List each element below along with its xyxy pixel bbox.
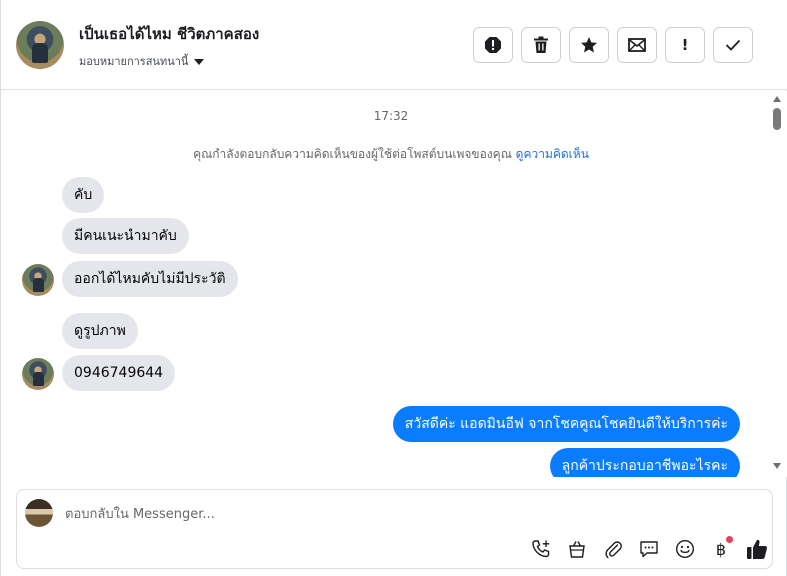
shop-button[interactable]: [559, 537, 595, 561]
incoming-message[interactable]: มีคนเนะนำมาคับ: [62, 218, 189, 254]
incoming-message[interactable]: 0946749644: [62, 355, 176, 391]
conversation-header: เป็นเธอได้ไหม ชีวิตภาคสอง มอบหมายการสนทน…: [1, 0, 787, 90]
view-comment-link[interactable]: ดูความคิดเห็น: [516, 147, 589, 161]
payment-request-button[interactable]: ฿: [703, 536, 739, 561]
shop-bag-icon: [569, 541, 585, 558]
trash-icon: [534, 36, 548, 53]
emoji-icon: [675, 539, 695, 559]
attach-icon: [605, 541, 622, 559]
caret-down-icon: [194, 58, 205, 65]
notification-dot: [726, 536, 733, 543]
star-button[interactable]: [569, 27, 609, 63]
message-thread[interactable]: 17:32 คุณกำลังตอบกลับความคิดเห็นของผู้ใช…: [1, 91, 787, 477]
scroll-up-arrow-icon[interactable]: [773, 96, 781, 102]
contact-name[interactable]: เป็นเธอได้ไหม ชีวิตภาคสอง: [79, 22, 259, 46]
exclamation-icon: !: [681, 36, 689, 54]
reply-composer: ฿: [16, 489, 773, 569]
add-call-button[interactable]: [523, 537, 559, 561]
reply-input[interactable]: [65, 502, 665, 526]
mark-unread-button[interactable]: [617, 27, 657, 63]
scroll-down-arrow-icon[interactable]: [773, 463, 781, 469]
incoming-message[interactable]: ดูรูปภาพ: [62, 313, 138, 349]
delete-button[interactable]: [521, 27, 561, 63]
call-add-icon: [532, 540, 550, 558]
page-avatar: [25, 499, 53, 527]
mail-icon: [628, 38, 646, 52]
scroll-thumb[interactable]: [773, 108, 781, 130]
saved-reply-icon: [640, 541, 658, 558]
outgoing-message[interactable]: ลูกค้าประกอบอาชีพอะไรคะ: [549, 448, 740, 477]
incoming-message[interactable]: คับ: [62, 177, 105, 213]
assign-conversation-dropdown[interactable]: มอบหมายการสนทนานี้: [79, 52, 205, 70]
thread-scrollbar[interactable]: [770, 91, 784, 477]
emoji-button[interactable]: [667, 537, 703, 561]
check-icon: [725, 39, 741, 51]
sender-avatar[interactable]: [22, 358, 54, 390]
message-timestamp: 17:32: [373, 109, 409, 123]
attach-file-button[interactable]: [595, 537, 631, 561]
thumbs-up-icon: [747, 539, 767, 559]
mark-done-button[interactable]: [713, 27, 753, 63]
send-like-button[interactable]: [739, 537, 775, 561]
incoming-message[interactable]: ออกได้ไหมคับไม่มีประวัติ: [62, 261, 238, 297]
header-actions: !: [473, 27, 753, 63]
star-icon: [581, 37, 597, 53]
messenger-conversation-panel: เป็นเธอได้ไหม ชีวิตภาคสอง มอบหมายการสนทน…: [0, 0, 787, 576]
contact-avatar[interactable]: [16, 21, 64, 69]
assign-conversation-label: มอบหมายการสนทนานี้: [79, 55, 189, 68]
saved-replies-button[interactable]: [631, 537, 667, 561]
report-spam-button[interactable]: [473, 27, 513, 63]
comment-reply-notice: คุณกำลังตอบกลับความคิดเห็นของผู้ใช้ต่อโพ…: [1, 145, 781, 164]
outgoing-message[interactable]: สวัสดีค่ะ แอดมินอีฟ จากโชคคูณโชคยินดีให้…: [392, 406, 740, 442]
composer-toolbar: ฿: [523, 536, 775, 561]
notice-text: คุณกำลังตอบกลับความคิดเห็นของผู้ใช้ต่อโพ…: [193, 147, 512, 161]
mark-important-button[interactable]: !: [665, 27, 705, 63]
report-icon: [485, 37, 501, 53]
baht-icon: ฿: [715, 539, 727, 559]
sender-avatar[interactable]: [22, 264, 54, 296]
